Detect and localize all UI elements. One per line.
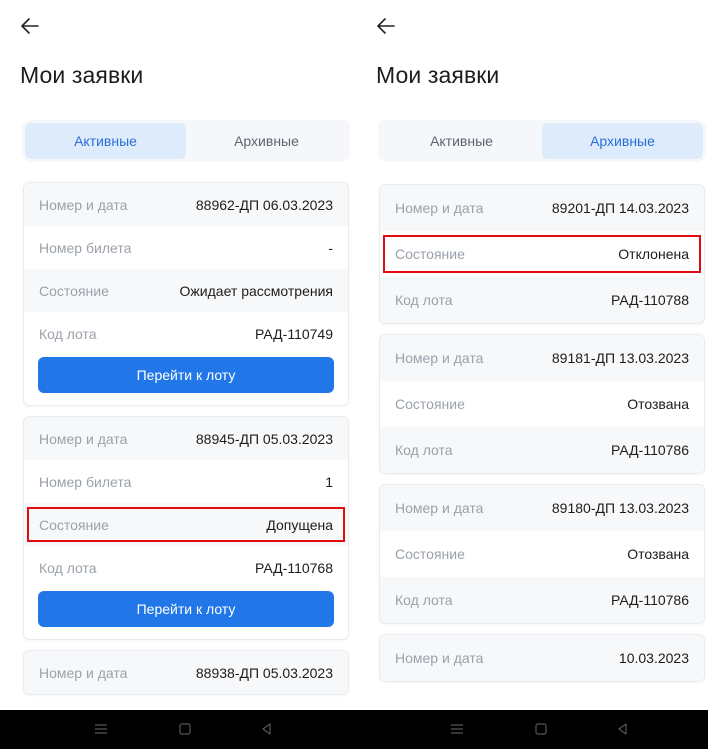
application-card: Номер и дата 10.03.2023 <box>379 634 705 682</box>
home-square-icon[interactable] <box>176 720 194 738</box>
row-lot-code: Код лота РАД-110788 <box>380 277 704 323</box>
row-status: Состояние Отозвана <box>395 396 689 412</box>
menu-icon[interactable] <box>448 720 466 738</box>
screen-archive: Мои заявки Активные Архивные Номер и дат… <box>372 0 708 749</box>
home-square-icon[interactable] <box>532 720 550 738</box>
row-lot-code: Код лота РАД-110786 <box>380 427 704 473</box>
row-status-highlighted: Состояние Отклонена <box>380 231 704 277</box>
row-number-date: Номер и дата 89201-ДП 14.03.2023 <box>380 185 704 231</box>
tabs: Активные Архивные <box>22 120 350 162</box>
row-number-date: Номер и дата 89181-ДП 13.03.2023 <box>380 335 704 381</box>
menu-icon[interactable] <box>92 720 110 738</box>
application-card: Номер и дата 89180-ДП 13.03.2023 Состоян… <box>379 484 705 624</box>
tabs: Активные Архивные <box>378 120 706 162</box>
row-number-date: Номер и дата 88945-ДП 05.03.2023 <box>24 417 348 460</box>
application-card: Номер и дата 89181-ДП 13.03.2023 Состоян… <box>379 334 705 474</box>
application-list: Номер и дата 89201-ДП 14.03.2023 Состоян… <box>379 184 705 692</box>
page-title: Мои заявки <box>20 62 144 88</box>
back-arrow-icon[interactable] <box>18 14 42 38</box>
back-triangle-icon[interactable] <box>258 720 276 738</box>
application-card: Номер и дата 89201-ДП 14.03.2023 Состоян… <box>379 184 705 324</box>
row-number-date: Номер и дата 88962-ДП 06.03.2023 <box>24 183 348 226</box>
row-number-date: Номер и дата 88938-ДП 05.03.2023 <box>24 651 348 694</box>
row-ticket: Номер билета 1 <box>39 473 333 490</box>
row-lot-code: Код лота РАД-110749 <box>39 325 333 342</box>
tab-active[interactable]: Активные <box>381 123 542 159</box>
back-triangle-icon[interactable] <box>614 720 632 738</box>
tab-active[interactable]: Активные <box>25 123 186 159</box>
application-card: Номер и дата 88962-ДП 06.03.2023 Номер б… <box>23 182 349 406</box>
application-card: Номер и дата 88938-ДП 05.03.2023 <box>23 650 349 695</box>
row-number-date: Номер и дата 10.03.2023 <box>380 635 704 681</box>
application-list: Номер и дата 88962-ДП 06.03.2023 Номер б… <box>23 182 349 705</box>
system-nav-bar <box>0 710 708 749</box>
row-status: Состояние Отозвана <box>395 546 689 562</box>
tab-archive[interactable]: Архивные <box>542 123 703 159</box>
row-status-highlighted: Состояние Допущена <box>24 503 348 546</box>
back-arrow-icon[interactable] <box>374 14 398 38</box>
tab-archive[interactable]: Архивные <box>186 123 347 159</box>
go-to-lot-button[interactable]: Перейти к лоту <box>38 357 334 393</box>
row-number-date: Номер и дата 89180-ДП 13.03.2023 <box>380 485 704 531</box>
row-lot-code: Код лота РАД-110786 <box>380 577 704 623</box>
application-card: Номер и дата 88945-ДП 05.03.2023 Номер б… <box>23 416 349 640</box>
screen-active: Мои заявки Активные Архивные Номер и дат… <box>16 0 356 749</box>
row-lot-code: Код лота РАД-110768 <box>39 559 333 576</box>
go-to-lot-button[interactable]: Перейти к лоту <box>38 591 334 627</box>
row-ticket: Номер билета - <box>39 239 333 256</box>
row-status: Состояние Ожидает рассмотрения <box>24 269 348 312</box>
page-title: Мои заявки <box>376 62 500 88</box>
